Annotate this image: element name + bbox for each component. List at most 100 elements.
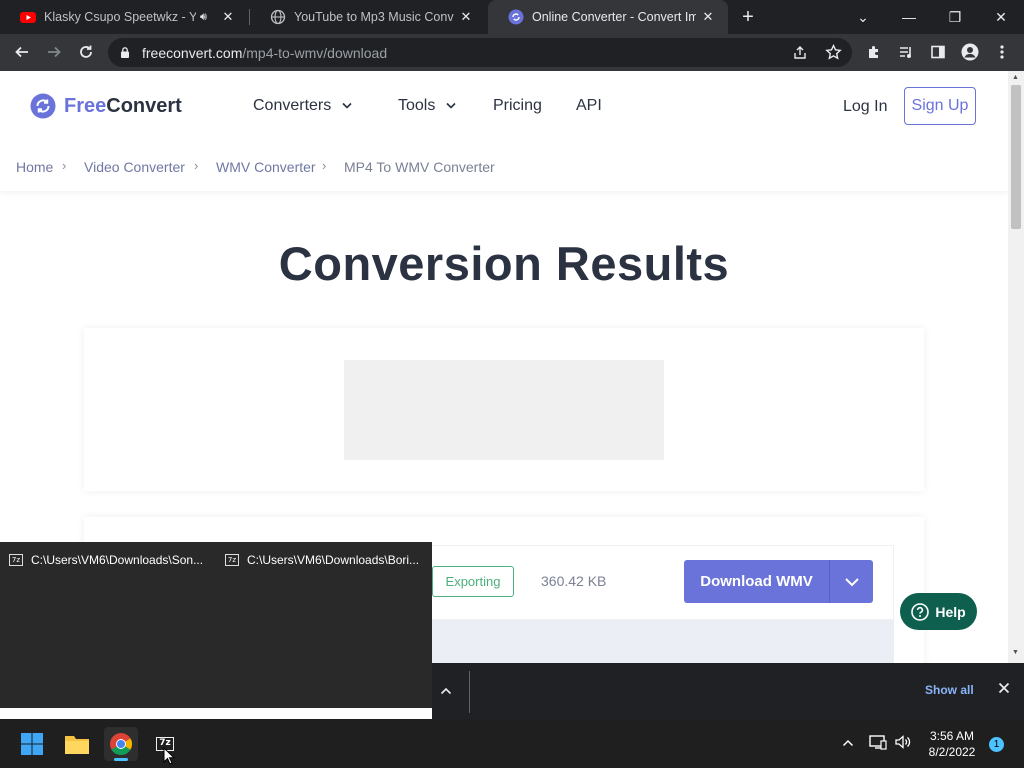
nav-api[interactable]: API (576, 97, 602, 115)
mouse-cursor-icon (163, 746, 176, 765)
close-tab-icon[interactable]: ✕ (458, 9, 474, 25)
extensions-icon[interactable] (862, 40, 886, 64)
share-icon[interactable] (792, 45, 808, 61)
back-icon[interactable] (10, 40, 34, 64)
scroll-down-icon[interactable]: ▼ (1012, 649, 1019, 656)
side-panel-icon[interactable] (926, 40, 950, 64)
browser-tab-strip: Klasky Csupo Speetwkz - YouTube 🔊︎ ✕ You… (0, 0, 1024, 34)
windows-logo-icon (21, 733, 43, 755)
recent-file-path: C:\Users\VM6\Downloads\Bori... (247, 553, 420, 567)
url-text: freeconvert.com/mp4-to-wmv/download (142, 45, 387, 61)
url-host: freeconvert.com (142, 45, 243, 61)
browser-toolbar: freeconvert.com/mp4-to-wmv/download (0, 34, 1024, 71)
media-control-icon[interactable] (894, 40, 918, 64)
nav-converters-label: Converters (253, 97, 332, 114)
close-shelf-icon[interactable] (998, 681, 1014, 699)
folder-icon (65, 736, 89, 754)
new-tab-button[interactable]: + (738, 6, 758, 28)
login-link[interactable]: Log In (843, 98, 887, 116)
status-badge: Exporting (432, 566, 514, 597)
chevron-down-icon (844, 577, 859, 586)
chevron-up-icon (440, 687, 452, 695)
download-item-expand-button[interactable] (437, 681, 455, 701)
tab-title: YouTube to Mp3 Music Converter (294, 10, 454, 24)
clock-time: 3:56 AM (929, 729, 975, 743)
download-button-group: Download WMV (684, 560, 873, 603)
tab-klasky-csupo[interactable]: Klasky Csupo Speetwkz - YouTube 🔊︎ ✕ (0, 0, 248, 34)
restore-icon[interactable]: ❐ (932, 0, 978, 34)
minimize-icon[interactable]: — (886, 0, 932, 34)
help-button[interactable]: Help (900, 593, 977, 630)
youtube-icon (20, 12, 36, 23)
forward-icon[interactable] (42, 40, 66, 64)
nav-pricing[interactable]: Pricing (493, 97, 542, 115)
chrome-taskbar-button[interactable] (104, 727, 138, 761)
file-explorer-button[interactable] (60, 727, 94, 761)
signup-button[interactable]: Sign Up (904, 87, 976, 125)
reload-icon[interactable] (74, 40, 98, 64)
tab-youtube-to-mp3[interactable]: YouTube to Mp3 Music Converter ✕ (250, 0, 486, 34)
notification-badge[interactable]: 1 (989, 737, 1004, 752)
nav-tools-label: Tools (398, 97, 436, 114)
question-mark-icon (911, 602, 930, 621)
download-shelf: Show all (432, 663, 1024, 719)
profile-icon[interactable] (958, 40, 982, 64)
show-all-link[interactable]: Show all (925, 683, 974, 697)
tab-title: Klasky Csupo Speetwkz - YouTube (44, 10, 196, 24)
address-bar[interactable]: freeconvert.com/mp4-to-wmv/download (108, 38, 852, 67)
recent-file-item[interactable]: 7z C:\Users\VM6\Downloads\Son... (9, 553, 203, 567)
globe-icon (270, 9, 286, 25)
scroll-up-icon[interactable]: ▲ (1012, 74, 1019, 81)
close-window-icon[interactable]: ✕ (978, 0, 1024, 34)
recent-file-item[interactable]: 7z C:\Users\VM6\Downloads\Bori... (225, 553, 419, 567)
bookmark-star-icon[interactable] (825, 44, 842, 61)
download-wmv-button[interactable]: Download WMV (684, 560, 829, 603)
url-path: /mp4-to-wmv/download (242, 45, 388, 61)
active-app-indicator (114, 758, 128, 761)
clock[interactable]: 3:56 AM 8/2/2022 (920, 728, 984, 760)
logo-text-free: Free (64, 94, 107, 117)
chrome-icon (110, 733, 132, 755)
chevron-right-icon: › (322, 158, 327, 173)
chevron-right-icon: › (62, 158, 67, 173)
breadcrumb-current: MP4 To WMV Converter (344, 159, 495, 175)
breadcrumb-home[interactable]: Home (16, 159, 53, 175)
lock-icon[interactable] (120, 46, 130, 59)
volume-icon[interactable] (894, 734, 912, 755)
taskbar-jumplist-popup: 7z C:\Users\VM6\Downloads\Son... 7z C:\U… (0, 542, 432, 708)
tab-search-icon[interactable]: ⌄ (840, 0, 886, 34)
recent-file-path: C:\Users\VM6\Downloads\Son... (31, 553, 204, 567)
windows-taskbar: 7z 3:56 AM 8/2/2022 1 (0, 719, 1024, 768)
help-label: Help (935, 603, 966, 620)
ad-placeholder (344, 360, 664, 460)
close-tab-icon[interactable]: ✕ (700, 9, 716, 25)
chevron-down-icon (342, 103, 352, 109)
close-tab-icon[interactable]: ✕ (220, 9, 236, 25)
ad-card (84, 328, 924, 491)
scrollbar-thumb[interactable] (1011, 85, 1021, 229)
tab-online-converter[interactable]: Online Converter - Convert Images ✕ (488, 0, 728, 34)
chevron-down-icon (446, 103, 456, 109)
nav-tools[interactable]: Tools (398, 97, 456, 115)
clock-date: 8/2/2022 (928, 745, 976, 759)
start-button[interactable] (15, 727, 49, 761)
tab-title: Online Converter - Convert Images (532, 10, 696, 24)
logo-text-convert: Convert (106, 94, 182, 117)
chevron-right-icon: › (194, 158, 199, 173)
page-scrollbar[interactable]: ▲ ▼ (1008, 71, 1024, 663)
chrome-menu-icon[interactable] (990, 40, 1014, 64)
shelf-divider (469, 671, 470, 713)
download-options-button[interactable] (830, 560, 873, 603)
speaker-icon[interactable]: 🔊︎ (200, 11, 216, 24)
show-hidden-icons-button[interactable] (842, 734, 858, 752)
breadcrumb-video-converter[interactable]: Video Converter (84, 159, 185, 175)
nav-converters[interactable]: Converters (253, 97, 352, 115)
7zip-icon: 7z (225, 554, 239, 566)
breadcrumb-wmv-converter[interactable]: WMV Converter (216, 159, 316, 175)
page-title: Conversion Results (278, 237, 730, 290)
freeconvert-favicon-icon (508, 9, 524, 25)
7zip-icon: 7z (9, 554, 23, 566)
site-logo[interactable]: Free Convert (30, 93, 182, 119)
file-size: 360.42 KB (541, 573, 607, 589)
network-icon[interactable] (869, 734, 887, 755)
